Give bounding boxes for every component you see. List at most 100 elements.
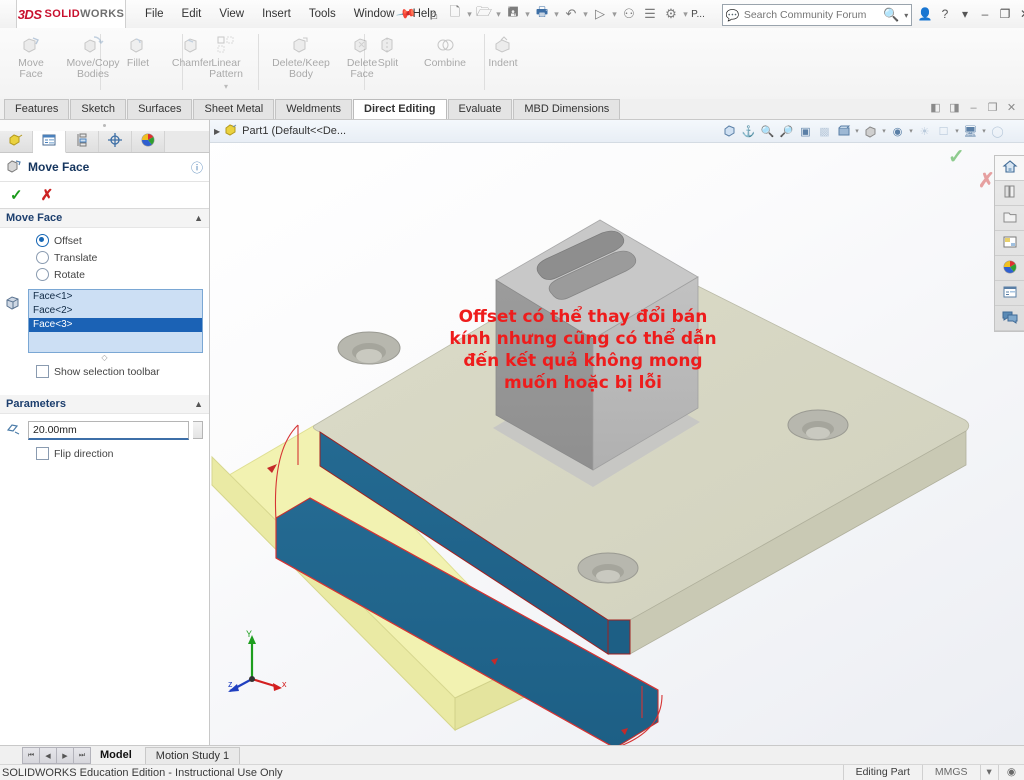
- chevron-down-icon[interactable]: ▾: [902, 11, 911, 20]
- graphics-area[interactable]: ▶ Part1 (Default<<De... ⚓ 🔍 🔎 ▣ ▩ ▾ ▾ ◉ …: [210, 120, 1024, 745]
- rebuild-icon[interactable]: ☰: [640, 3, 660, 25]
- tab-mbd-dimensions[interactable]: MBD Dimensions: [513, 99, 621, 119]
- toolbar-overflow-label[interactable]: P...: [690, 3, 706, 25]
- nav-next-button[interactable]: ▶: [56, 747, 74, 764]
- chevron-up-icon[interactable]: ▲: [194, 213, 203, 223]
- selected-faces-list[interactable]: Face<1> Face<2> Face<3>: [28, 289, 203, 353]
- tab-features[interactable]: Features: [4, 99, 70, 119]
- menu-edit[interactable]: Edit: [173, 0, 211, 28]
- list-resize-grip[interactable]: ◇: [0, 353, 209, 362]
- chevron-down-icon[interactable]: ▾: [582, 9, 589, 20]
- cancel-button[interactable]: ✗: [41, 186, 54, 204]
- units-settings-icon[interactable]: ◉: [997, 765, 1024, 780]
- chevron-down-icon[interactable]: ▾: [611, 9, 618, 20]
- display-manager-tab[interactable]: [132, 131, 165, 152]
- select-icon[interactable]: ▷: [590, 3, 610, 25]
- help-question-icon[interactable]: ⓘ: [191, 159, 203, 176]
- restore-right-button[interactable]: ◨: [948, 101, 961, 114]
- document-minimize-button[interactable]: –: [967, 102, 980, 114]
- home-icon[interactable]: ⌂: [424, 3, 444, 25]
- configuration-manager-tab[interactable]: [66, 131, 99, 152]
- chevron-down-icon[interactable]: ▾: [979, 765, 998, 780]
- task-pane-custom-properties[interactable]: [995, 281, 1024, 306]
- checkbox-show-selection-toolbar[interactable]: [36, 365, 49, 378]
- menu-view[interactable]: View: [210, 0, 253, 28]
- task-pane-design-library[interactable]: [995, 181, 1024, 206]
- ribbon-delete-keep-body-button[interactable]: Delete/Keep Body: [266, 30, 336, 80]
- confirm-cancel-icon[interactable]: ✗: [978, 168, 995, 193]
- menu-insert[interactable]: Insert: [253, 0, 300, 28]
- open-folder-icon[interactable]: 🗁: [474, 3, 494, 25]
- task-pane-file-explorer[interactable]: [995, 206, 1024, 231]
- print-icon[interactable]: 🖶: [532, 3, 552, 25]
- ok-button[interactable]: ✓: [10, 186, 23, 204]
- new-document-icon[interactable]: 🗋: [445, 3, 465, 25]
- chevron-up-icon[interactable]: ▲: [194, 399, 203, 409]
- radio-rotate[interactable]: [36, 268, 49, 281]
- panel-grip[interactable]: [0, 120, 209, 131]
- undo-icon[interactable]: ↶: [561, 3, 581, 25]
- checkbox-flip-direction[interactable]: [36, 447, 49, 460]
- nav-prev-button[interactable]: ◀: [39, 747, 57, 764]
- chevron-down-icon[interactable]: ▾: [224, 82, 228, 91]
- move-face-section-header[interactable]: Move Face ▲: [0, 209, 209, 228]
- feature-manager-tree-tab[interactable]: [0, 131, 33, 152]
- task-pane-solidworks-forum[interactable]: [995, 306, 1024, 331]
- chevron-down-icon[interactable]: ▾: [466, 9, 473, 20]
- tab-evaluate[interactable]: Evaluate: [447, 99, 513, 119]
- chevron-down-icon[interactable]: ▾: [553, 9, 560, 20]
- nav-last-button[interactable]: ⏭: [73, 747, 91, 764]
- document-close-button[interactable]: ✕: [1005, 101, 1018, 114]
- document-restore-button[interactable]: ❐: [986, 101, 999, 114]
- user-account-icon[interactable]: 👤: [916, 7, 934, 21]
- chevron-down-icon[interactable]: ▾: [682, 9, 689, 20]
- ribbon-split-button[interactable]: Split: [362, 30, 414, 69]
- parameters-section-header[interactable]: Parameters ▲: [0, 395, 209, 414]
- restore-left-button[interactable]: ◧: [929, 101, 942, 114]
- units-label[interactable]: MMGS: [921, 765, 980, 780]
- solidworks-logo[interactable]: 3DS SOLIDWORKS: [16, 0, 126, 28]
- ribbon-indent-button[interactable]: Indent: [476, 30, 530, 69]
- tab-direct-editing[interactable]: Direct Editing: [353, 99, 447, 119]
- save-icon[interactable]: 🖪: [503, 3, 523, 25]
- tab-surfaces[interactable]: Surfaces: [127, 99, 193, 119]
- dimxpert-manager-tab[interactable]: [99, 131, 132, 152]
- chevron-down-icon[interactable]: ▾: [495, 9, 502, 20]
- options-gear-icon[interactable]: ⚙: [661, 3, 681, 25]
- task-pane-solidworks-resources[interactable]: [995, 156, 1024, 181]
- search-input[interactable]: [741, 8, 881, 22]
- tab-model[interactable]: Model: [90, 747, 142, 764]
- confirm-ok-icon[interactable]: ✓: [948, 144, 965, 169]
- list-item[interactable]: Face<2>: [29, 304, 202, 318]
- ribbon-linear-pattern-button[interactable]: Linear Pattern ▾: [190, 30, 262, 91]
- show-selection-toolbar-row[interactable]: Show selection toolbar: [0, 362, 209, 381]
- menu-tools[interactable]: Tools: [300, 0, 345, 28]
- task-pane-appearances-scenes[interactable]: [995, 256, 1024, 281]
- nav-first-button[interactable]: ⏮: [22, 747, 40, 764]
- model-viewport[interactable]: [210, 120, 1024, 745]
- flip-direction-row[interactable]: Flip direction: [0, 444, 209, 463]
- property-manager-tab[interactable]: [33, 131, 66, 153]
- chevron-down-icon[interactable]: ▾: [956, 7, 974, 21]
- attach-icon[interactable]: ⚇: [619, 3, 639, 25]
- ribbon-fillet-button[interactable]: Fillet: [112, 30, 164, 69]
- minimize-button[interactable]: –: [976, 7, 994, 21]
- tab-sketch[interactable]: Sketch: [70, 99, 127, 119]
- tab-sheet-metal[interactable]: Sheet Metal: [193, 99, 275, 119]
- option-offset[interactable]: Offset: [0, 232, 209, 249]
- menu-file[interactable]: File: [136, 0, 173, 28]
- maximize-button[interactable]: ❐: [996, 7, 1014, 21]
- tab-weldments[interactable]: Weldments: [275, 99, 353, 119]
- ribbon-combine-button[interactable]: Combine: [414, 30, 476, 69]
- help-question-icon[interactable]: ?: [936, 7, 954, 21]
- option-translate[interactable]: Translate: [0, 249, 209, 266]
- tab-motion-study[interactable]: Motion Study 1: [144, 746, 241, 765]
- list-item[interactable]: Face<3>: [29, 318, 202, 332]
- ribbon-move-face-button[interactable]: Move Face: [4, 30, 58, 80]
- search-community-forum[interactable]: 💬 🔍 ▾: [722, 4, 912, 26]
- search-icon[interactable]: 🔍: [881, 7, 902, 23]
- radio-offset[interactable]: [36, 234, 49, 247]
- close-button[interactable]: ✕: [1016, 7, 1024, 21]
- offset-distance-input[interactable]: 20.00mm: [28, 420, 189, 440]
- task-pane-view-palette[interactable]: [995, 231, 1024, 256]
